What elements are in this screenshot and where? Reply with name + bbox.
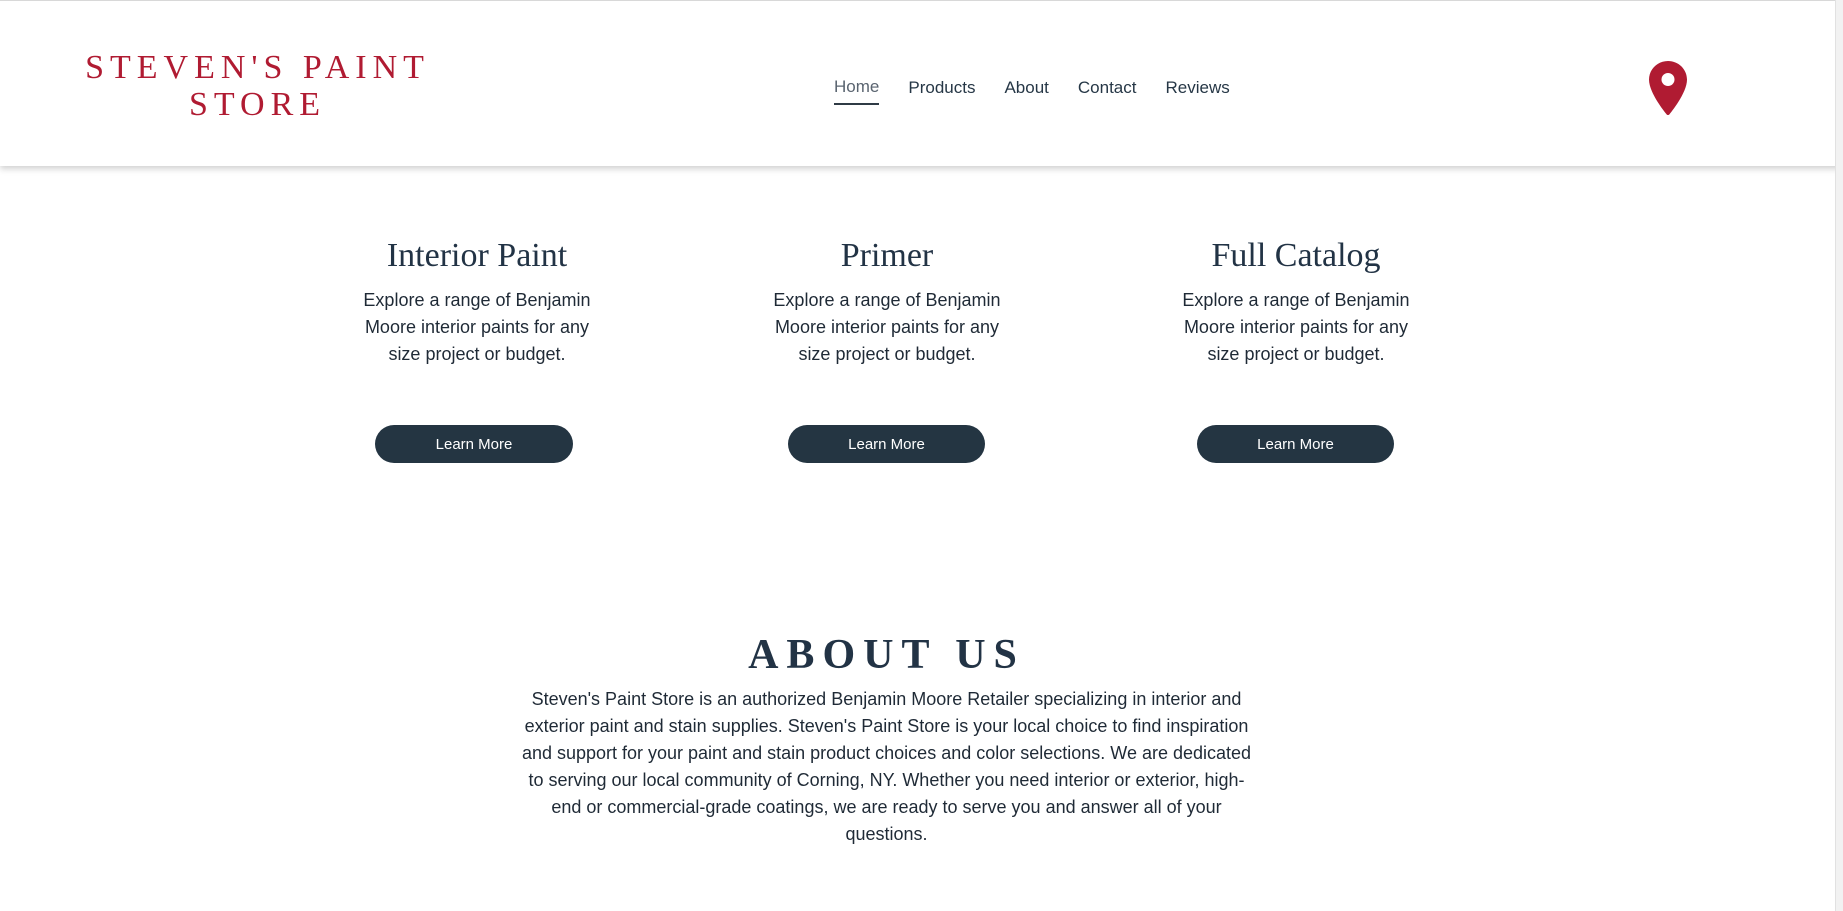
product-title-primer: Primer <box>840 237 934 274</box>
learn-more-full-catalog-button[interactable]: Learn More <box>1197 425 1394 463</box>
learn-more-primer-button[interactable]: Learn More <box>788 425 985 463</box>
product-title-interior-paint: Interior Paint <box>386 237 568 274</box>
nav-contact-link[interactable]: Contact <box>1078 78 1137 104</box>
learn-more-interior-paint-button[interactable]: Learn More <box>375 425 573 463</box>
page: STEVEN'S PAINT STORE Home Products About… <box>0 0 1843 911</box>
site-header: STEVEN'S PAINT STORE Home Products About… <box>0 0 1843 166</box>
product-title-full-catalog: Full Catalog <box>1211 237 1381 274</box>
product-card-interior-paint: Interior Paint Explore a range of Benjam… <box>362 237 592 368</box>
nav-about-link[interactable]: About <box>1004 78 1048 104</box>
product-description-primer: Explore a range of Benjamin Moore interi… <box>773 290 1001 364</box>
main-navigation: Home Products About Contact Reviews <box>834 77 1230 105</box>
store-logo-text[interactable]: STEVEN'S PAINT STORE <box>70 49 445 123</box>
product-card-primer: Primer Explore a range of Benjamin Moore… <box>772 237 1002 368</box>
page-content: Interior Paint Explore a range of Benjam… <box>0 165 1843 911</box>
product-description-full-catalog: Explore a range of Benjamin Moore interi… <box>1182 290 1410 364</box>
about-us-description: Steven's Paint Store is an authorized Be… <box>521 689 1252 844</box>
nav-products-link[interactable]: Products <box>908 78 975 104</box>
vertical-scrollbar[interactable] <box>1835 0 1843 911</box>
about-us-heading: ABOUT US <box>748 632 1025 679</box>
nav-home-link[interactable]: Home <box>834 77 880 105</box>
product-description-interior-paint: Explore a range of Benjamin Moore interi… <box>363 290 591 364</box>
product-cards-section: Interior Paint Explore a range of Benjam… <box>0 237 1843 477</box>
product-card-full-catalog: Full Catalog Explore a range of Benjamin… <box>1181 237 1411 368</box>
map-pin-icon[interactable] <box>1648 60 1688 117</box>
nav-reviews-link[interactable]: Reviews <box>1165 78 1229 104</box>
